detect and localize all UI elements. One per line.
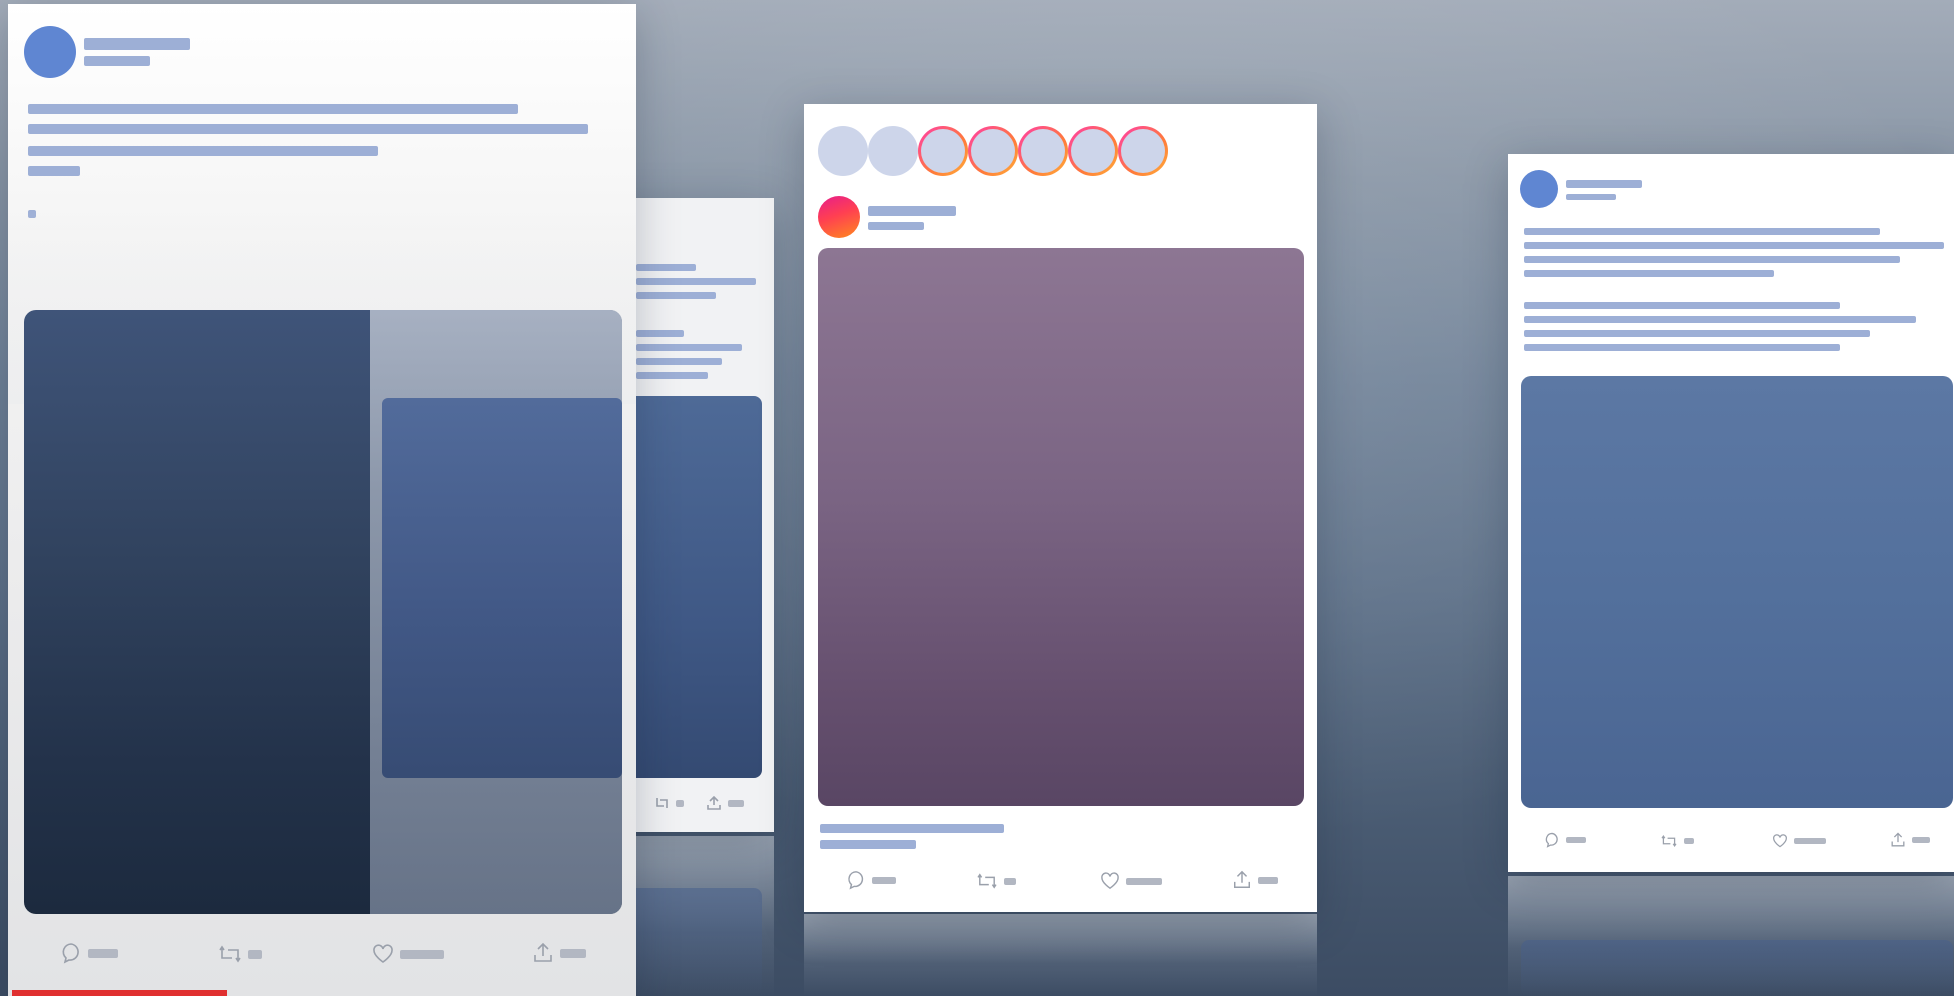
front-comment-action[interactable] (60, 942, 118, 964)
text-line (1524, 270, 1774, 277)
ig-share-action[interactable] (1232, 870, 1278, 890)
display-name-placeholder (84, 38, 190, 50)
retweet-icon (977, 873, 997, 889)
instagram-media[interactable] (818, 248, 1304, 806)
instagram-post-card[interactable] (804, 104, 1317, 912)
overlapped-media-ghost (382, 398, 622, 778)
share-icon (1234, 870, 1250, 888)
share-icon (534, 942, 552, 962)
handle-placeholder (1566, 194, 1616, 200)
right-tweet-media[interactable] (1521, 376, 1953, 808)
text-line (28, 146, 378, 156)
front-tweet-media[interactable] (24, 310, 622, 914)
right-retweet-action[interactable] (1660, 834, 1694, 848)
story-avatar-unseen[interactable] (1068, 126, 1118, 176)
back-retweet-action[interactable] (654, 796, 684, 810)
avatar[interactable] (24, 26, 76, 78)
share-icon (707, 796, 721, 810)
text-line (28, 124, 588, 134)
handle-placeholder (84, 56, 150, 66)
text-line (1524, 256, 1900, 263)
right-card-reflection (1508, 876, 1954, 996)
username-placeholder (868, 206, 956, 216)
story-avatar-seen[interactable] (818, 126, 868, 176)
story-avatar-unseen[interactable] (968, 126, 1018, 176)
text-line (28, 166, 80, 176)
text-dot (28, 210, 36, 218)
comment-icon (1545, 832, 1558, 848)
ig-like-action[interactable] (1100, 872, 1162, 890)
ig-comment-action[interactable] (846, 870, 896, 890)
story-avatar-unseen[interactable] (918, 126, 968, 176)
story-avatar-seen[interactable] (868, 126, 918, 176)
location-placeholder (868, 222, 924, 230)
instagram-avatar[interactable] (818, 196, 860, 238)
comment-icon (62, 943, 79, 964)
right-like-action[interactable] (1772, 834, 1826, 848)
avatar[interactable] (1520, 170, 1558, 208)
display-name-placeholder (1566, 180, 1642, 188)
ig-retweet-action[interactable] (976, 872, 1016, 890)
text-line (1524, 330, 1870, 337)
text-line (1524, 242, 1944, 249)
instagram-card-reflection (804, 914, 1317, 996)
front-share-action[interactable] (532, 942, 586, 964)
retweet-icon (656, 798, 668, 808)
video-progress-bar[interactable] (12, 990, 227, 996)
right-tweet-card[interactable] (1508, 154, 1954, 872)
retweet-icon (219, 945, 241, 963)
right-comment-action[interactable] (1544, 832, 1586, 848)
front-tweet-card[interactable] (8, 4, 636, 996)
text-line (1524, 228, 1880, 235)
retweet-icon (1661, 834, 1677, 848)
text-line (1524, 344, 1840, 351)
heart-icon (1773, 834, 1787, 848)
right-share-action[interactable] (1890, 832, 1930, 848)
text-line (1524, 302, 1840, 309)
comment-icon (848, 871, 864, 890)
caption-line (820, 824, 1004, 833)
text-line (28, 104, 518, 114)
text-line (1524, 316, 1916, 323)
caption-line (820, 840, 916, 849)
heart-icon (373, 944, 393, 963)
back-share-action[interactable] (706, 796, 744, 810)
story-avatar-unseen[interactable] (1118, 126, 1168, 176)
front-retweet-action[interactable] (218, 944, 262, 964)
story-avatar-unseen[interactable] (1018, 126, 1068, 176)
heart-icon (1101, 872, 1119, 890)
share-icon (1891, 832, 1905, 847)
front-like-action[interactable] (372, 944, 444, 964)
